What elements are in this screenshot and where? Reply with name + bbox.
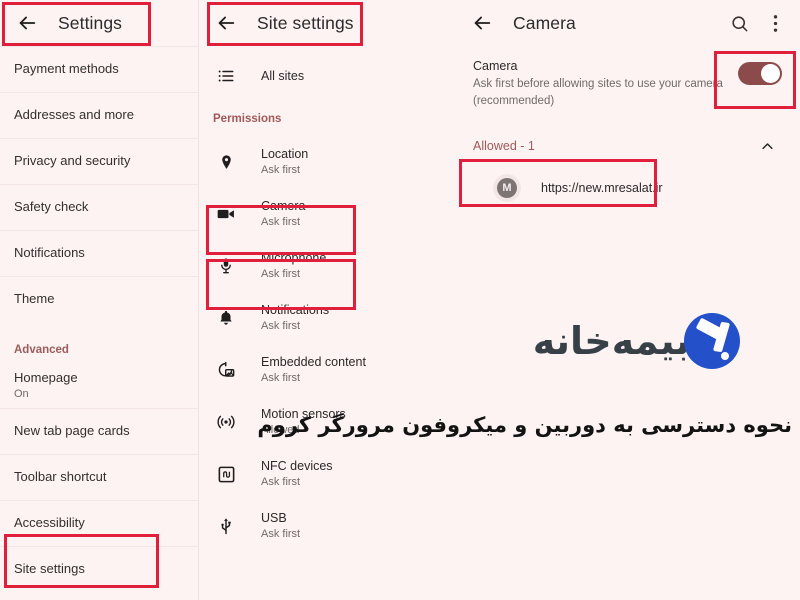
permission-text: Camera Ask first [261,198,305,230]
permission-text: USB Ask first [261,510,300,542]
permission-title: USB [261,511,287,526]
camera-toggle-text: Camera Ask first before allowing sites t… [473,56,728,109]
permission-text: Notifications Ask first [261,302,329,334]
bimeh-khaneh-logo-icon [684,313,740,369]
settings-item-label: Notifications [14,244,85,260]
settings-item-label: Safety check [14,198,89,214]
settings-item-sublabel: On [14,387,29,400]
more-vertical-icon[interactable] [764,12,786,34]
permission-text: Embedded content Ask first [261,354,366,386]
permission-title: Location [261,147,309,162]
camera-appbar-actions [728,12,800,34]
allowed-label: Allowed - 1 [473,139,535,154]
settings-appbar: Settings [0,0,198,46]
allowed-site-row[interactable]: M https://new.mresalat.ir [493,169,782,207]
permission-status: Ask first [261,268,301,281]
list-icon [213,63,239,89]
settings-item-theme[interactable]: Theme [0,276,198,322]
settings-item-toolbar-shortcut[interactable]: Toolbar shortcut [0,454,198,500]
permission-status: Ask first [261,528,301,541]
settings-item-privacy-and-security[interactable]: Privacy and security [0,138,198,184]
permission-text: Location Ask first [261,146,308,178]
settings-item-label: Theme [14,290,55,306]
settings-item-label: Site settings [14,560,85,576]
camera-appbar: Camera [455,0,800,46]
logo-dot [721,352,729,360]
camera-panel: Camera Camera Ask first before allowing … [455,0,800,600]
settings-item-notifications[interactable]: Notifications [0,230,198,276]
site-settings-appbar: Site settings [199,0,419,46]
permission-status: Ask first [261,164,301,177]
embedded-content-icon [213,357,239,383]
settings-item-homepage[interactable]: Homepage On [0,362,198,408]
permission-text: NFC devices Ask first [261,458,333,490]
settings-item-accessibility[interactable]: Accessibility [0,500,198,546]
camera-icon [213,201,239,227]
site-settings-item-all-sites[interactable]: All sites [199,50,419,102]
settings-item-payment-methods[interactable]: Payment methods [0,46,198,92]
microphone-icon [213,253,239,279]
nfc-icon [213,461,239,487]
settings-item-label: Accessibility [14,514,85,530]
permission-text: Microphone Ask first [261,250,326,282]
arrow-back-icon[interactable] [469,10,495,36]
permission-title: NFC devices [261,459,333,474]
site-settings-list: All sites Permissions Location Ask first [199,46,419,552]
settings-item-label: Toolbar shortcut [14,468,107,484]
settings-item-site-settings[interactable]: Site settings [0,546,198,592]
settings-title: Settings [58,12,123,33]
permission-title: Embedded content [261,355,366,370]
permissions-section-header: Permissions [213,113,282,125]
avatar-letter: M [497,178,517,199]
camera-main: Camera Ask first before allowing sites t… [455,46,800,207]
camera-toggle-row: Camera Ask first before allowing sites t… [473,56,782,109]
site-settings-panel: Site settings All sites Permissions Loca… [199,0,419,600]
usb-icon [213,513,239,539]
watermark-logo: بیمه‌خانه [490,310,740,372]
permission-item-usb[interactable]: USB Ask first [199,500,419,552]
settings-item-label: Addresses and more [14,106,134,122]
toggle-knob [761,64,780,83]
all-sites-label: All sites [261,68,305,83]
arrow-back-icon[interactable] [14,10,40,36]
permission-title: Microphone [261,251,327,266]
allowed-site-url: https://new.mresalat.ir [541,181,663,196]
camera-title: Camera [513,12,576,33]
permission-status: Ask first [261,372,301,385]
permission-item-nfc-devices[interactable]: NFC devices Ask first [199,448,419,500]
permission-item-microphone[interactable]: Microphone Ask first [199,240,419,292]
persian-caption: نحوه دسترسی به دوربین و میکروفون مرورگر … [257,413,792,437]
permission-title: Notifications [261,303,330,318]
permission-title: Camera [261,199,306,214]
settings-list: Payment methods Addresses and more Priva… [0,46,198,592]
camera-toggle-title: Camera [473,59,518,73]
permission-status: Ask first [261,216,301,229]
permission-item-camera[interactable]: Camera Ask first [199,188,419,240]
search-icon[interactable] [728,12,750,34]
settings-item-addresses-and-more[interactable]: Addresses and more [0,92,198,138]
permission-item-notifications[interactable]: Notifications Ask first [199,292,419,344]
site-settings-title: Site settings [257,12,354,33]
permission-item-location[interactable]: Location Ask first [199,136,419,188]
settings-panel: Settings Payment methods Addresses and m… [0,0,199,600]
settings-item-label: Homepage [14,370,78,386]
settings-item-safety-check[interactable]: Safety check [0,184,198,230]
permission-item-embedded-content[interactable]: Embedded content Ask first [199,344,419,396]
arrow-back-icon[interactable] [213,10,239,36]
allowed-section-header[interactable]: Allowed - 1 [473,137,782,155]
chevron-up-icon[interactable] [758,137,776,155]
watermark-text: بیمه‌خانه [532,319,691,363]
permission-status: Ask first [261,476,301,489]
permission-status: Ask first [261,320,301,333]
screenshot-root: Settings Payment methods Addresses and m… [0,0,800,600]
settings-section-advanced: Advanced [14,344,69,356]
settings-item-label: Privacy and security [14,152,131,168]
settings-item-label: Payment methods [14,60,119,76]
camera-toggle-switch[interactable] [738,62,782,85]
location-pin-icon [213,149,239,175]
camera-toggle-description: Ask first before allowing sites to use y… [473,78,723,107]
bell-icon [213,305,239,331]
avatar: M [493,174,521,203]
all-sites-text: All sites [261,68,304,84]
